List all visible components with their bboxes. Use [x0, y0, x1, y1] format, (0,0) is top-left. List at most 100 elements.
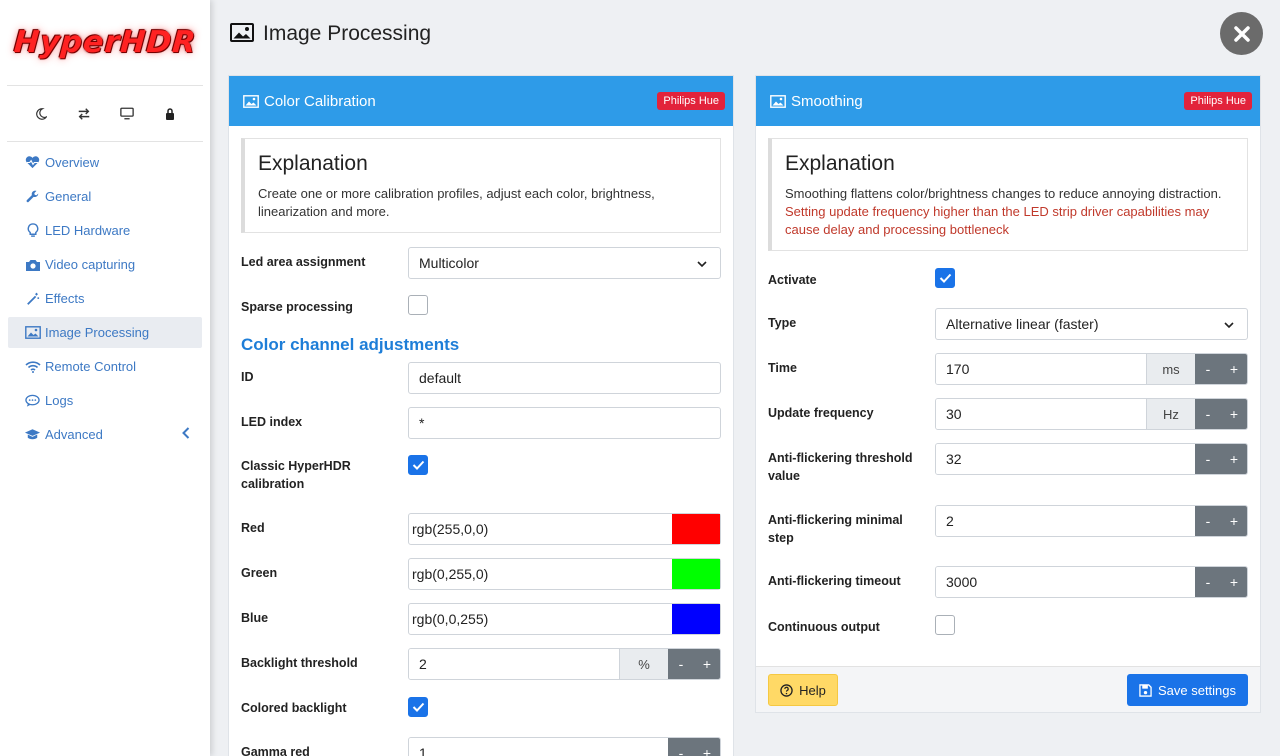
led-area-select[interactable]: Multicolor: [408, 247, 721, 279]
af-step-stepper: 2 - +: [935, 505, 1248, 537]
save-settings-button[interactable]: Save settings: [1127, 674, 1248, 706]
graduation-cap-icon: [24, 426, 41, 443]
minus-button[interactable]: -: [668, 738, 694, 756]
panel-footer: Help Save settings: [756, 666, 1260, 712]
type-select[interactable]: Alternative linear (faster): [935, 308, 1248, 340]
update-frequency-stepper: 30 Hz - +: [935, 398, 1248, 430]
section-title: Color channel adjustments: [241, 335, 460, 354]
plus-button[interactable]: +: [694, 738, 720, 756]
explanation-box: Explanation Smoothing flattens color/bri…: [768, 138, 1248, 251]
chevron-down-icon: [696, 257, 708, 273]
activate-checkbox[interactable]: [935, 268, 955, 288]
explanation-text: Create one or more calibration profiles,…: [258, 186, 655, 219]
af-timeout-input[interactable]: 3000: [936, 567, 1195, 597]
color-value: rgb(255,0,0): [412, 521, 489, 537]
continuous-checkbox[interactable]: [935, 615, 955, 635]
panel-header: Smoothing Philips Hue: [756, 76, 1260, 126]
color-swatch[interactable]: [672, 514, 720, 544]
sidebar-item-effects[interactable]: Effects: [8, 283, 202, 314]
colored-backlight-label: Colored backlight: [241, 701, 347, 715]
plus-button[interactable]: +: [1221, 506, 1247, 536]
plus-button[interactable]: +: [1221, 444, 1247, 474]
explanation-box: Explanation Create one or more calibrati…: [241, 138, 721, 233]
chevron-left-icon[interactable]: [182, 427, 190, 442]
image-icon: [243, 94, 259, 108]
image-icon: [770, 94, 786, 108]
lock-icon[interactable]: [160, 104, 180, 124]
sidebar-item-label: Image Processing: [45, 325, 150, 340]
update-frequency-label: Update frequency: [768, 406, 874, 420]
continuous-label: Continuous output: [768, 620, 880, 634]
smoothing-panel: Smoothing Philips Hue Explanation Smooth…: [755, 75, 1261, 713]
af-threshold-label: Anti-flickering threshold value: [768, 451, 913, 483]
af-threshold-stepper: 32 - +: [935, 443, 1248, 475]
plus-button[interactable]: +: [1221, 399, 1247, 429]
logo[interactable]: HyperHDR: [7, 0, 203, 86]
af-timeout-label: Anti-flickering timeout: [768, 574, 901, 588]
color-value: rgb(0,0,255): [412, 611, 489, 627]
minus-button[interactable]: -: [1195, 399, 1221, 429]
sidebar-item-label: Logs: [45, 393, 74, 408]
plus-button[interactable]: +: [694, 649, 720, 679]
gamma-red-label: Gamma red: [241, 745, 310, 756]
color-value: rgb(0,255,0): [412, 566, 489, 582]
minus-button[interactable]: -: [668, 649, 694, 679]
device-badge: Philips Hue: [1184, 92, 1252, 110]
monitor-icon[interactable]: [117, 104, 137, 124]
af-threshold-input[interactable]: 32: [936, 444, 1195, 474]
classic-checkbox[interactable]: [408, 455, 428, 475]
sidebar-item-video-capturing[interactable]: Video capturing: [8, 249, 202, 280]
plus-button[interactable]: +: [1221, 354, 1247, 384]
color-calibration-panel: Color Calibration Philips Hue Explanatio…: [228, 75, 734, 756]
time-input[interactable]: 170: [936, 354, 1146, 384]
color-swatch[interactable]: [672, 604, 720, 634]
minus-button[interactable]: -: [1195, 567, 1221, 597]
explanation-title: Explanation: [258, 152, 368, 175]
backlight-stepper: 2 % - +: [408, 648, 721, 680]
swap-icon[interactable]: [74, 104, 94, 124]
colored-backlight-checkbox[interactable]: [408, 697, 428, 717]
sidebar-item-logs[interactable]: Logs: [8, 385, 202, 416]
close-button[interactable]: [1220, 12, 1263, 55]
check-icon: [939, 273, 951, 283]
heartbeat-icon: [24, 154, 41, 171]
panel-header: Color Calibration Philips Hue: [229, 76, 733, 126]
sidebar-item-label: Remote Control: [45, 359, 137, 374]
help-button[interactable]: Help: [768, 674, 838, 706]
minus-button[interactable]: -: [1195, 354, 1221, 384]
blue-color-input[interactable]: rgb(0,0,255): [408, 603, 721, 635]
explanation-warning: Setting update frequency higher than the…: [785, 204, 1210, 237]
backlight-label: Backlight threshold: [241, 656, 358, 670]
minus-button[interactable]: -: [1195, 444, 1221, 474]
sidebar-item-image-processing[interactable]: Image Processing: [8, 317, 202, 348]
sidebar-item-remote-control[interactable]: Remote Control: [8, 351, 202, 382]
green-color-input[interactable]: rgb(0,255,0): [408, 558, 721, 590]
id-label: ID: [241, 370, 254, 384]
af-timeout-stepper: 3000 - +: [935, 566, 1248, 598]
sidebar-item-overview[interactable]: Overview: [8, 147, 202, 178]
sidebar-nav: Overview General LED Hardware Video capt…: [0, 142, 210, 450]
backlight-input[interactable]: 2: [409, 649, 619, 679]
af-step-label: Anti-flickering minimal step: [768, 513, 903, 545]
unit-label: ms: [1146, 354, 1195, 384]
sidebar-item-led-hardware[interactable]: LED Hardware: [8, 215, 202, 246]
moon-icon[interactable]: [31, 104, 51, 124]
minus-button[interactable]: -: [1195, 506, 1221, 536]
color-swatch[interactable]: [672, 559, 720, 589]
select-value: Alternative linear (faster): [946, 316, 1099, 332]
sparse-checkbox[interactable]: [408, 295, 428, 315]
id-input[interactable]: default: [408, 362, 721, 394]
sidebar-item-label: Advanced: [45, 427, 103, 442]
red-color-input[interactable]: rgb(255,0,0): [408, 513, 721, 545]
sidebar-item-advanced[interactable]: Advanced: [8, 419, 202, 450]
unit-label: Hz: [1146, 399, 1195, 429]
led-index-input[interactable]: *: [408, 407, 721, 439]
plus-button[interactable]: +: [1221, 567, 1247, 597]
sidebar-item-label: Video capturing: [45, 257, 136, 272]
page-header: Image Processing: [230, 22, 431, 46]
question-circle-icon: [780, 683, 793, 697]
af-step-input[interactable]: 2: [936, 506, 1195, 536]
gamma-red-input[interactable]: 1: [409, 738, 668, 756]
sidebar-item-general[interactable]: General: [8, 181, 202, 212]
update-frequency-input[interactable]: 30: [936, 399, 1146, 429]
